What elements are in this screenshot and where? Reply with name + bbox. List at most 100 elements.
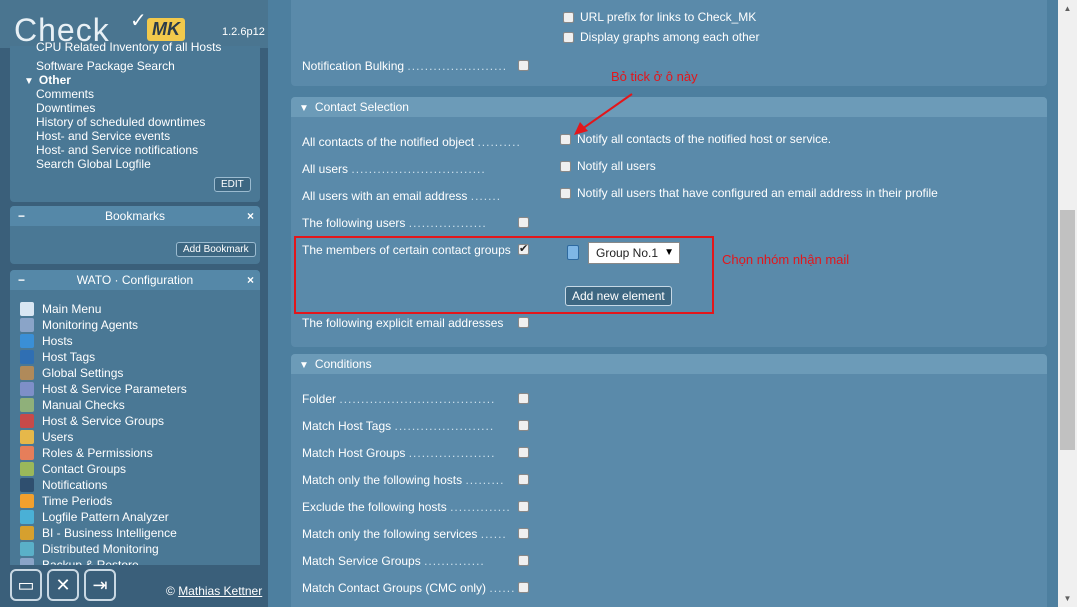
- vertical-scrollbar[interactable]: ▲ ▼: [1058, 0, 1077, 607]
- folder-icon: [20, 333, 34, 348]
- scrollbar-thumb[interactable]: [1060, 210, 1075, 450]
- host-tags-checkbox[interactable]: [518, 420, 529, 431]
- sidebar-link-downtime-history[interactable]: History of scheduled downtimes: [36, 115, 205, 129]
- author-link[interactable]: Mathias Kettner: [178, 584, 262, 598]
- bookmarks-header[interactable]: − Bookmarks ×: [10, 206, 260, 226]
- panel-title: Contact Selection: [314, 100, 409, 114]
- wato-item-label: Roles & Permissions: [42, 445, 153, 460]
- scroll-down-icon[interactable]: ▼: [1058, 590, 1077, 607]
- close-icon[interactable]: ×: [247, 270, 254, 290]
- wato-item-label: Monitoring Agents: [42, 317, 139, 332]
- wato-item[interactable]: Hosts: [20, 332, 73, 348]
- wato-item[interactable]: Contact Groups: [20, 460, 126, 476]
- folder-checkbox[interactable]: [518, 393, 529, 404]
- wato-item[interactable]: Notifications: [20, 476, 107, 492]
- copyright-symbol: ©: [166, 584, 175, 598]
- cond-row-service-groups: Match Service Groups ..............: [302, 554, 485, 568]
- sidebar-link-host-service-notifications[interactable]: Host- and Service notifications: [36, 143, 198, 157]
- wato-item[interactable]: Manual Checks: [20, 396, 125, 412]
- conditions-header[interactable]: ▼ Conditions: [291, 354, 1047, 374]
- edit-button[interactable]: EDIT: [214, 177, 251, 192]
- views-group-other-label: Other: [38, 73, 71, 87]
- wato-item[interactable]: Logfile Pattern Analyzer: [20, 508, 169, 524]
- checkbox[interactable]: [560, 188, 571, 200]
- cs-option-notify-contacts[interactable]: Notify all contacts of the notified host…: [560, 132, 831, 146]
- notification-bulking-checkbox[interactable]: [518, 60, 529, 71]
- only-services-checkbox[interactable]: [518, 528, 529, 539]
- contact-selection-header[interactable]: ▼ Contact Selection: [291, 97, 1047, 117]
- minimize-icon[interactable]: −: [18, 270, 25, 290]
- wato-item[interactable]: Host Tags: [20, 348, 95, 364]
- sidebar-link-downtimes[interactable]: Downtimes: [36, 101, 95, 115]
- option-label: Notify all users that have configured an…: [577, 186, 938, 200]
- option-url-prefix[interactable]: URL prefix for links to Check_MK: [563, 10, 756, 24]
- sidebar-link-comments[interactable]: Comments: [36, 87, 94, 101]
- wato-item-label: Logfile Pattern Analyzer: [42, 509, 169, 524]
- wato-item[interactable]: Users: [20, 428, 73, 444]
- exclude-hosts-checkbox[interactable]: [518, 501, 529, 512]
- contactgroups-icon: [20, 461, 34, 476]
- wato-item[interactable]: Host & Service Groups: [20, 412, 164, 428]
- option-display-graphs[interactable]: Display graphs among each other: [563, 30, 759, 44]
- sidebar-link-search-logfile[interactable]: Search Global Logfile: [36, 157, 151, 171]
- logo-tick-icon: ✓: [130, 10, 147, 32]
- sidebar-link-software-search[interactable]: Software Package Search: [36, 59, 175, 73]
- cond-row-only-hosts: Match only the following hosts .........: [302, 473, 505, 487]
- wato-item-label: Distributed Monitoring: [42, 541, 159, 556]
- notification-bulking-row: Notification Bulking ...................…: [302, 59, 508, 73]
- sidebar-link-cpu-inventory[interactable]: CPU Related Inventory of all Hosts: [36, 40, 221, 54]
- cs-option-notify-all-users[interactable]: Notify all users: [560, 159, 656, 173]
- only-hosts-checkbox[interactable]: [518, 474, 529, 485]
- cs-option-notify-email-users[interactable]: Notify all users that have configured an…: [560, 186, 938, 200]
- add-bookmark-button[interactable]: Add Bookmark: [176, 242, 256, 257]
- wato-item[interactable]: Distributed Monitoring: [20, 540, 159, 556]
- wato-item[interactable]: Host & Service Parameters: [20, 380, 187, 396]
- following-users-checkbox[interactable]: [518, 217, 529, 228]
- wato-header[interactable]: − WATO · Configuration ×: [10, 270, 260, 290]
- wato-item[interactable]: Roles & Permissions: [20, 444, 153, 460]
- cond-contact-groups-checkbox[interactable]: [518, 582, 529, 593]
- row-label: Match Contact Groups (CMC only): [302, 581, 487, 595]
- groups-icon: [20, 413, 34, 428]
- roles-icon: [20, 445, 34, 460]
- wato-item[interactable]: Time Periods: [20, 492, 112, 508]
- checkbox[interactable]: [563, 32, 574, 44]
- sidebar-footer: ▭ ✕ ⇥ © Mathias Kettner: [0, 565, 268, 607]
- minimize-icon[interactable]: −: [18, 206, 25, 226]
- logo-mk-badge: MK: [147, 18, 185, 41]
- sidebar-link-host-service-events[interactable]: Host- and Service events: [36, 129, 170, 143]
- row-label: Match Host Groups: [302, 446, 406, 460]
- row-label: The following users: [302, 216, 406, 230]
- cond-row-only-services: Match only the following services ......: [302, 527, 507, 541]
- cs-row-explicit-emails: The following explicit email addresses: [302, 316, 503, 330]
- sidebar: Check ✓ MK 1.2.6p12 CPU Related Inventor…: [0, 0, 268, 607]
- wato-item-label: Manual Checks: [42, 397, 125, 412]
- service-groups-checkbox[interactable]: [518, 555, 529, 566]
- wato-item-label: Contact Groups: [42, 461, 127, 476]
- wato-item[interactable]: Main Menu: [20, 300, 101, 316]
- checkbox[interactable]: [560, 161, 571, 173]
- copyright: © Mathias Kettner: [166, 584, 262, 598]
- explicit-emails-checkbox[interactable]: [518, 317, 529, 328]
- bookmarks-title: Bookmarks: [104, 209, 166, 223]
- logout-icon[interactable]: ⇥: [84, 569, 116, 601]
- cs-row-all-users: All users ..............................…: [302, 162, 486, 176]
- views-group-other[interactable]: ▼ Other: [24, 73, 71, 87]
- host-groups-checkbox[interactable]: [518, 447, 529, 458]
- add-snapin-icon[interactable]: ▭: [10, 569, 42, 601]
- wato-snapin: − WATO · Configuration × Main Menu Monito…: [10, 270, 260, 572]
- close-icon[interactable]: ×: [247, 206, 254, 226]
- row-label: Match Service Groups: [302, 554, 421, 568]
- row-label: Exclude the following hosts: [302, 500, 447, 514]
- wrench-icon: [20, 397, 34, 412]
- wato-item[interactable]: Monitoring Agents: [20, 316, 138, 332]
- wato-item[interactable]: Global Settings: [20, 364, 123, 380]
- tools-icon[interactable]: ✕: [47, 569, 79, 601]
- wato-item-label: Host & Service Parameters: [42, 381, 187, 396]
- checkbox[interactable]: [560, 134, 571, 146]
- row-label: Notification Bulking: [302, 59, 405, 73]
- wato-item-label: Hosts: [42, 333, 73, 348]
- scroll-up-icon[interactable]: ▲: [1058, 0, 1077, 17]
- checkbox[interactable]: [563, 12, 574, 24]
- wato-item[interactable]: BI - Business Intelligence: [20, 524, 177, 540]
